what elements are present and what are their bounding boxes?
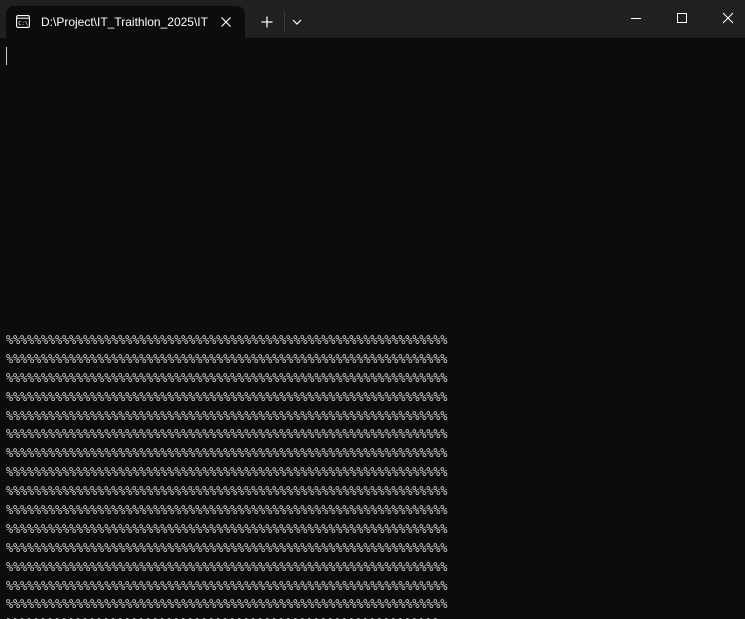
- tab-dropdown-button[interactable]: [287, 10, 307, 34]
- svg-text:C:\: C:\: [18, 21, 28, 27]
- output-line: %%%%%%%%%%%%%%%%%%%%%%%%%%%%%%%%%%%%%%%%…: [6, 484, 448, 499]
- output-line: %%%%%%%%%%%%%%%%%%%%%%%%%%%%%%%%%%%%%%%%…: [6, 465, 448, 480]
- titlebar-divider: [284, 12, 285, 32]
- minimize-icon: [613, 0, 659, 38]
- plus-icon: [255, 10, 279, 34]
- terminal-area[interactable]: %%%%%%%%%%%%%%%%%%%%%%%%%%%%%%%%%%%%%%%%…: [0, 38, 745, 619]
- output-line: %%%%%%%%%%%%%%%%%%%%%%%%%%%%%%%%%%%%%%%%…: [6, 408, 448, 423]
- terminal-prompt-icon: C:\: [16, 15, 30, 28]
- window-close-button[interactable]: [705, 0, 745, 38]
- output-line: %%%%%%%%%%%%%%%%%%%%%%%%%%%%%%%%%%%%%%%%…: [6, 614, 447, 619]
- output-line: %%%%%%%%%%%%%%%%%%%%%%%%%%%%%%%%%%%%%%%%…: [6, 578, 448, 593]
- output-line: %%%%%%%%%%%%%%%%%%%%%%%%%%%%%%%%%%%%%%%%…: [6, 521, 448, 536]
- terminal-output: %%%%%%%%%%%%%%%%%%%%%%%%%%%%%%%%%%%%%%%%…: [6, 331, 448, 619]
- tab-terminal[interactable]: C:\ D:\Project\IT_Traithlon_2025\IT: [6, 6, 245, 38]
- maximize-icon: [659, 0, 705, 38]
- minimize-button[interactable]: [613, 0, 659, 38]
- output-line: %%%%%%%%%%%%%%%%%%%%%%%%%%%%%%%%%%%%%%%%…: [6, 503, 448, 518]
- title-bar[interactable]: C:\ D:\Project\IT_Traithlon_2025\IT: [0, 0, 745, 38]
- output-line: %%%%%%%%%%%%%%%%%%%%%%%%%%%%%%%%%%%%%%%%…: [6, 597, 448, 612]
- output-line: %%%%%%%%%%%%%%%%%%%%%%%%%%%%%%%%%%%%%%%%…: [6, 427, 448, 442]
- tab-title: D:\Project\IT_Traithlon_2025\IT: [41, 15, 208, 29]
- close-icon: [217, 13, 235, 31]
- output-line: %%%%%%%%%%%%%%%%%%%%%%%%%%%%%%%%%%%%%%%%…: [6, 370, 448, 385]
- output-line: %%%%%%%%%%%%%%%%%%%%%%%%%%%%%%%%%%%%%%%%…: [6, 559, 448, 574]
- text-cursor: [6, 47, 7, 65]
- close-icon: [705, 0, 745, 38]
- terminal-window: C:\ D:\Project\IT_Traithlon_2025\IT %%%%…: [0, 0, 745, 619]
- tab-close-button[interactable]: [217, 13, 235, 31]
- new-tab-button[interactable]: [255, 10, 279, 34]
- output-line: %%%%%%%%%%%%%%%%%%%%%%%%%%%%%%%%%%%%%%%%…: [6, 351, 448, 366]
- chevron-down-icon: [287, 10, 307, 34]
- output-line: %%%%%%%%%%%%%%%%%%%%%%%%%%%%%%%%%%%%%%%%…: [6, 389, 448, 404]
- output-line: %%%%%%%%%%%%%%%%%%%%%%%%%%%%%%%%%%%%%%%%…: [6, 446, 448, 461]
- output-line: %%%%%%%%%%%%%%%%%%%%%%%%%%%%%%%%%%%%%%%%…: [6, 333, 448, 347]
- output-line: %%%%%%%%%%%%%%%%%%%%%%%%%%%%%%%%%%%%%%%%…: [6, 540, 448, 555]
- maximize-button[interactable]: [659, 0, 705, 38]
